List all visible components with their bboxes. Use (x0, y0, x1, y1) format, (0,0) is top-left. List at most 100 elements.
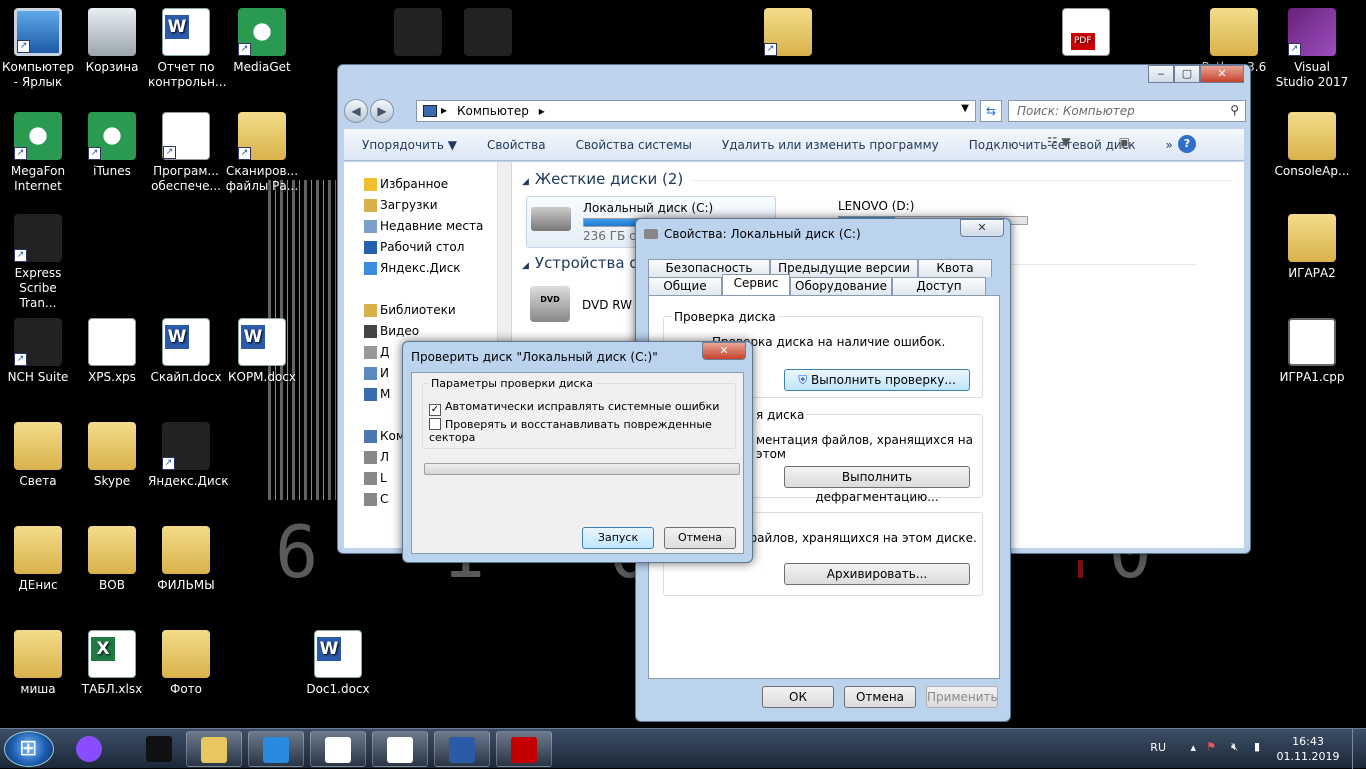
tab-general[interactable]: Общие (648, 277, 722, 295)
nav-item[interactable]: Загрузки (344, 195, 511, 216)
close-button[interactable]: ✕ (960, 219, 1004, 237)
shortcut-arrow-icon: ↗ (162, 457, 175, 470)
view-options-icon[interactable]: ☷ ▼ (1047, 135, 1071, 153)
search-icon[interactable]: ⚲ (1230, 103, 1239, 117)
start-button[interactable] (4, 731, 54, 767)
icon-recycle-bin[interactable]: Корзина (74, 8, 150, 75)
taskbar-cmd[interactable] (132, 731, 188, 767)
clock[interactable]: 16:43 01.11.2019 (1274, 734, 1342, 764)
icon-doc1[interactable]: Doc1.docx (300, 630, 376, 697)
nav-item[interactable]: Библиотеки (344, 300, 511, 321)
shortcut-arrow-icon: ↗ (1288, 43, 1301, 56)
taskbar-acrobat[interactable] (496, 731, 552, 767)
nav-item[interactable]: Видео (344, 321, 511, 342)
language-indicator[interactable]: RU (1150, 741, 1166, 754)
icon-consoleapp[interactable]: ConsoleAp... (1274, 112, 1350, 179)
toolbar-organize[interactable]: Упорядочить ▼ (362, 138, 457, 152)
minimize-button[interactable]: ‒ (1148, 65, 1174, 83)
start-button[interactable]: Запуск (582, 527, 654, 549)
bad-sectors-checkbox[interactable] (429, 418, 441, 430)
nav-item[interactable]: Недавние места (344, 216, 511, 237)
icon-nch-suite[interactable]: ↗ NCH Suite (0, 318, 76, 385)
toolbar-system-properties[interactable]: Свойства системы (576, 138, 692, 152)
bad-sectors-option[interactable]: Проверять и восстанавливать поврежденные… (429, 418, 735, 444)
icon-photo1[interactable] (380, 8, 456, 60)
maximize-button[interactable]: ▢ (1174, 65, 1200, 83)
toolbar-properties[interactable]: Свойства (487, 138, 546, 152)
cancel-button[interactable]: Отмена (844, 686, 916, 708)
icon-computer-shortcut[interactable]: ↗ Компьютер - Ярлык (0, 8, 76, 90)
tab-previous-versions[interactable]: Предыдущие версии (770, 259, 918, 277)
auto-fix-checkbox[interactable]: ✓ (429, 404, 441, 416)
icon-mediaget[interactable]: ↗ MediaGet (224, 8, 300, 75)
icon-xps[interactable]: XPS.xps (74, 318, 150, 385)
taskbar-word-icon (449, 737, 475, 763)
taskbar-explorer[interactable] (186, 731, 242, 767)
search-input[interactable]: Поиск: Компьютер ⚲ (1008, 100, 1246, 122)
archive-button[interactable]: Архивировать... (784, 563, 970, 585)
group-hdd-header[interactable]: ◢ Жесткие диски (2) (522, 170, 1235, 188)
close-button[interactable]: ✕ (702, 342, 746, 360)
taskbar-alice-icon (76, 736, 102, 762)
icon-report[interactable]: Отчет по контрольн... (148, 8, 226, 90)
taskbar-yandex[interactable] (372, 731, 428, 767)
group-removable-header[interactable]: ◢ Устройства со (522, 254, 1196, 272)
apply-button[interactable]: Применить (926, 686, 998, 708)
defrag-button[interactable]: Выполнить дефрагментацию... (784, 466, 970, 504)
chevron-down-icon[interactable]: ▼ (961, 103, 969, 114)
volume-icon[interactable]: 🔇︎ (1231, 740, 1238, 754)
cancel-button[interactable]: Отмена (664, 527, 736, 549)
auto-fix-option[interactable]: ✓ Автоматически исправлять системные ошиб… (429, 400, 719, 416)
address-bar[interactable]: ▸ Компьютер ▸ ▼ (416, 100, 976, 122)
close-button[interactable]: ✕ (1200, 65, 1244, 83)
taskbar-ie[interactable] (248, 731, 304, 767)
forward-icon[interactable]: ▶ (370, 99, 394, 123)
icon-vov[interactable]: ВОВ (74, 526, 150, 593)
icon-megafon[interactable]: ↗ MegaFon Internet (0, 112, 76, 194)
show-hidden-icons-icon[interactable]: ▴ (1190, 741, 1196, 754)
preview-pane-icon[interactable]: ▣ (1119, 135, 1130, 153)
group-check-label: Проверка диска (672, 310, 778, 324)
icon-itunes[interactable]: ↗ iTunes (74, 112, 150, 179)
ok-button[interactable]: ОК (762, 686, 834, 708)
tab-service[interactable]: Сервис (722, 274, 790, 295)
icon-igra1-cpp[interactable]: ИГРА1.cpp (1274, 318, 1350, 385)
icon-scans[interactable]: ↗ Сканиров... файлы Ра... (224, 112, 300, 194)
icon-skype[interactable]: Skype (74, 422, 150, 489)
icon-sveta[interactable]: Света (0, 422, 76, 489)
refresh-icon[interactable]: ⇆ (980, 100, 1002, 122)
help-icon[interactable]: ? (1178, 135, 1196, 153)
icon-films[interactable]: ФИЛЬМЫ (148, 526, 224, 593)
toolbar-uninstall[interactable]: Удалить или изменить программу (722, 138, 939, 152)
flag-alert-icon[interactable]: ⚑ (1206, 740, 1216, 753)
taskbar-word[interactable] (434, 731, 490, 767)
back-icon[interactable]: ◀ (344, 99, 368, 123)
icon-igara2[interactable]: ИГАРА2 (1274, 214, 1350, 281)
icon-skain-docx[interactable]: Скайп.docx (148, 318, 224, 385)
nav-item[interactable]: Избранное (344, 174, 511, 195)
icon-misha[interactable]: миша (0, 630, 76, 697)
tab-hardware[interactable]: Оборудование (790, 277, 892, 295)
network-icon[interactable]: ▮ (1254, 740, 1260, 753)
icon-express-scribe[interactable]: ↗ Express Scribe Tran... (0, 214, 76, 311)
nav-item[interactable]: Рабочий стол (344, 237, 511, 258)
run-check-button[interactable]: ⛨ Выполнить проверку... (784, 369, 970, 391)
nav-item[interactable]: Яндекс.Диск (344, 258, 511, 279)
icon-misha-glyph-icon (14, 630, 62, 678)
tab-sharing[interactable]: Доступ (892, 277, 986, 295)
icon-software[interactable]: ↗ Програм... обеспече... (148, 112, 224, 194)
icon-korm-docx[interactable]: КОРМ.docx (224, 318, 300, 385)
taskbar-yandex-browser[interactable] (310, 731, 366, 767)
icon-denis[interactable]: ДЕнис (0, 526, 76, 593)
icon-tabl-xlsx[interactable]: ТАБЛ.xlsx (74, 630, 150, 697)
icon-yandex-disk[interactable]: ↗ Яндекс.Диск (148, 422, 229, 489)
icon-idisplay[interactable]: ↗ (750, 8, 826, 60)
taskbar-alice[interactable] (62, 731, 118, 767)
show-desktop-button[interactable] (1352, 729, 1366, 769)
icon-foto[interactable]: Фото (148, 630, 224, 697)
icon-visual-studio[interactable]: ↗ Visual Studio 2017 (1274, 8, 1350, 90)
drive-dvd[interactable]: DVD DVD RW д (526, 282, 646, 330)
icon-pdf[interactable] (1048, 8, 1124, 60)
icon-photo2[interactable] (450, 8, 526, 60)
tab-quota[interactable]: Квота (918, 259, 992, 277)
